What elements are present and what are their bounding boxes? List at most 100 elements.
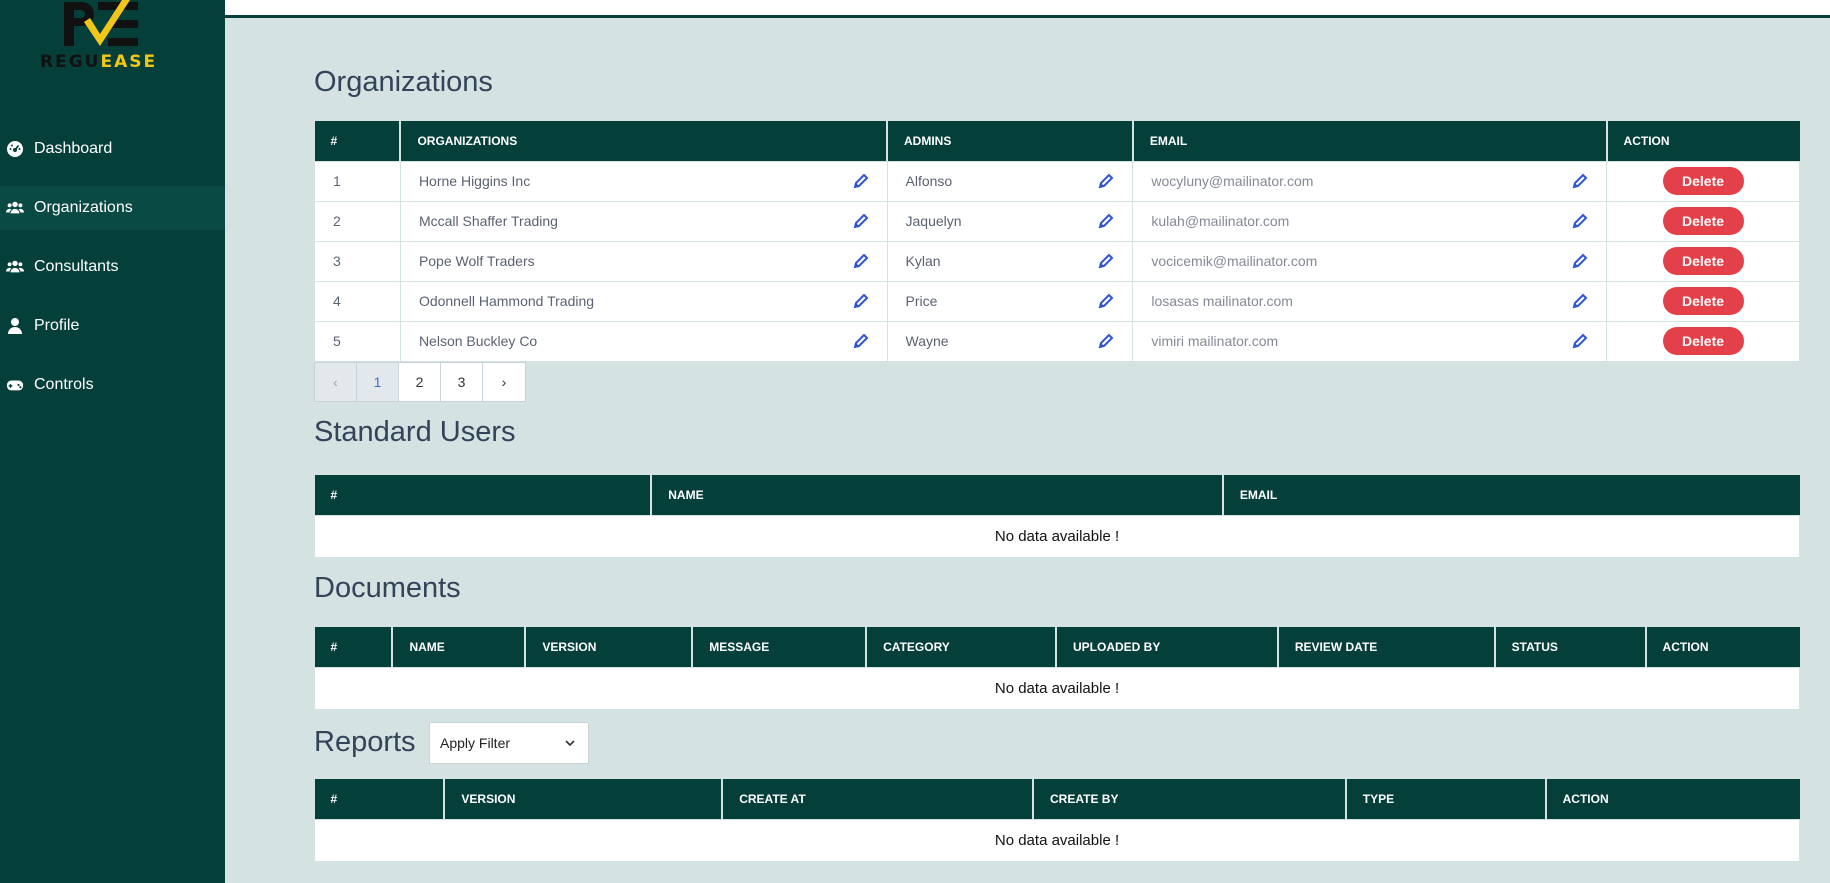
documents-title: Documents <box>314 572 461 604</box>
row-number: 3 <box>314 240 401 282</box>
empty-message: No data available ! <box>314 666 1800 710</box>
org-cell: Odonnell Hammond Trading <box>399 280 888 322</box>
admin-name: Kylan <box>905 253 941 269</box>
edit-pencil-icon[interactable] <box>853 293 869 309</box>
reports-table: # VERSION CREATE AT CREATE BY TYPE ACTIO… <box>314 779 1800 862</box>
delete-button[interactable]: Delete <box>1662 167 1744 195</box>
column-header: STATUS <box>1493 627 1646 667</box>
column-header: ACTION <box>1605 121 1800 161</box>
email-cell: wocyluny@mailinator.com <box>1132 160 1608 202</box>
column-header: # <box>314 475 652 515</box>
sidebar-nav: Dashboard Organizations Consultants Prof… <box>0 127 225 422</box>
column-header: # <box>314 627 393 667</box>
pagination: ‹ 1 2 3 › <box>314 362 526 402</box>
admin-cell: Wayne <box>886 320 1134 362</box>
pagination-page-1[interactable]: 1 <box>357 363 399 401</box>
reports-title: Reports <box>314 726 416 758</box>
row-number: 5 <box>314 320 401 362</box>
edit-pencil-icon[interactable] <box>1098 253 1114 269</box>
chevron-down-icon <box>565 740 575 747</box>
standard-users-table: # NAME EMAIL No data available ! <box>314 475 1800 558</box>
delete-button[interactable]: Delete <box>1662 207 1744 235</box>
users-icon <box>6 258 24 276</box>
brand-logo[interactable]: REGUEASE <box>40 0 155 75</box>
pagination-next-chevron-icon[interactable]: › <box>483 363 525 401</box>
email-cell: kulah@mailinator.com <box>1132 200 1608 242</box>
column-header: NAME <box>391 627 526 667</box>
table-row: 2 Mccall Shaffer Trading Jaquelyn kulah@… <box>314 200 1800 242</box>
brand-text: REGUEASE <box>40 52 155 72</box>
edit-pencil-icon[interactable] <box>1572 293 1588 309</box>
edit-pencil-icon[interactable] <box>1098 333 1114 349</box>
table-header-row: # VERSION CREATE AT CREATE BY TYPE ACTIO… <box>314 779 1800 819</box>
pagination-page-2[interactable]: 2 <box>399 363 441 401</box>
edit-pencil-icon[interactable] <box>1098 213 1114 229</box>
column-header: TYPE <box>1344 779 1546 819</box>
organizations-title: Organizations <box>314 66 493 98</box>
action-cell: Delete <box>1606 160 1800 202</box>
column-header: # <box>314 121 401 161</box>
empty-message: No data available ! <box>314 514 1800 558</box>
user-icon <box>6 317 24 335</box>
dashboard-icon <box>6 140 24 158</box>
column-header: ADMINS <box>886 121 1133 161</box>
admin-name: Price <box>905 293 938 309</box>
org-cell: Pope Wolf Traders <box>399 240 888 282</box>
column-header: REVIEW DATE <box>1276 627 1495 667</box>
organizations-table: # ORGANIZATIONS ADMINS EMAIL ACTION 1 Ho… <box>314 121 1800 362</box>
column-header: MESSAGE <box>691 627 867 667</box>
sidebar-item-label: Consultants <box>34 258 119 275</box>
table-header-row: # NAME EMAIL <box>314 475 1800 515</box>
table-row: 5 Nelson Buckley Co Wayne vimiri mailina… <box>314 320 1800 362</box>
org-cell: Horne Higgins Inc <box>399 160 888 202</box>
org-name: Mccall Shaffer Trading <box>418 213 558 229</box>
report-filter-select[interactable]: Apply Filter <box>429 722 589 764</box>
edit-pencil-icon[interactable] <box>853 253 869 269</box>
edit-pencil-icon[interactable] <box>1098 173 1114 189</box>
email-value: kulah@mailinator.com <box>1151 213 1290 229</box>
delete-button[interactable]: Delete <box>1662 327 1744 355</box>
column-header: ORGANIZATIONS <box>399 121 888 161</box>
sidebar: REGUEASE Dashboard Organizations Consult… <box>0 0 225 883</box>
email-value: vimiri mailinator.com <box>1151 333 1279 349</box>
org-cell: Mccall Shaffer Trading <box>399 200 888 242</box>
brand-text-part1: REGU <box>40 52 101 72</box>
row-number: 4 <box>314 280 401 322</box>
edit-pencil-icon[interactable] <box>853 173 869 189</box>
delete-button[interactable]: Delete <box>1662 247 1744 275</box>
edit-pencil-icon[interactable] <box>1098 293 1114 309</box>
edit-pencil-icon[interactable] <box>1572 173 1588 189</box>
row-number: 2 <box>314 200 401 242</box>
top-bar <box>225 0 1830 18</box>
sidebar-item-consultants[interactable]: Consultants <box>0 245 225 289</box>
edit-pencil-icon[interactable] <box>853 213 869 229</box>
sidebar-item-organizations[interactable]: Organizations <box>0 186 225 230</box>
documents-table: # NAME VERSION MESSAGE CATEGORY UPLOADED… <box>314 627 1800 710</box>
users-icon <box>6 199 24 217</box>
table-row: No data available ! <box>314 666 1800 710</box>
brand-text-part2: EASE <box>100 52 158 72</box>
email-value: wocyluny@mailinator.com <box>1151 173 1314 189</box>
admin-cell: Kylan <box>886 240 1134 282</box>
sidebar-item-label: Controls <box>34 376 94 393</box>
column-header: CREATE AT <box>721 779 1033 819</box>
action-cell: Delete <box>1606 320 1800 362</box>
column-header: # <box>314 779 445 819</box>
sidebar-item-profile[interactable]: Profile <box>0 304 225 348</box>
action-cell: Delete <box>1606 240 1800 282</box>
pagination-prev-chevron-icon[interactable]: ‹ <box>315 363 357 401</box>
edit-pencil-icon[interactable] <box>853 333 869 349</box>
edit-pencil-icon[interactable] <box>1572 333 1588 349</box>
org-cell: Nelson Buckley Co <box>399 320 888 362</box>
email-cell: vimiri mailinator.com <box>1132 320 1608 362</box>
edit-pencil-icon[interactable] <box>1572 213 1588 229</box>
org-name: Pope Wolf Traders <box>418 253 535 269</box>
sidebar-item-controls[interactable]: Controls <box>0 363 225 407</box>
column-header: EMAIL <box>1221 475 1800 515</box>
edit-pencil-icon[interactable] <box>1572 253 1588 269</box>
column-header: CATEGORY <box>865 627 1056 667</box>
sidebar-item-dashboard[interactable]: Dashboard <box>0 127 225 171</box>
admin-name: Wayne <box>905 333 949 349</box>
pagination-page-3[interactable]: 3 <box>441 363 483 401</box>
delete-button[interactable]: Delete <box>1662 287 1744 315</box>
